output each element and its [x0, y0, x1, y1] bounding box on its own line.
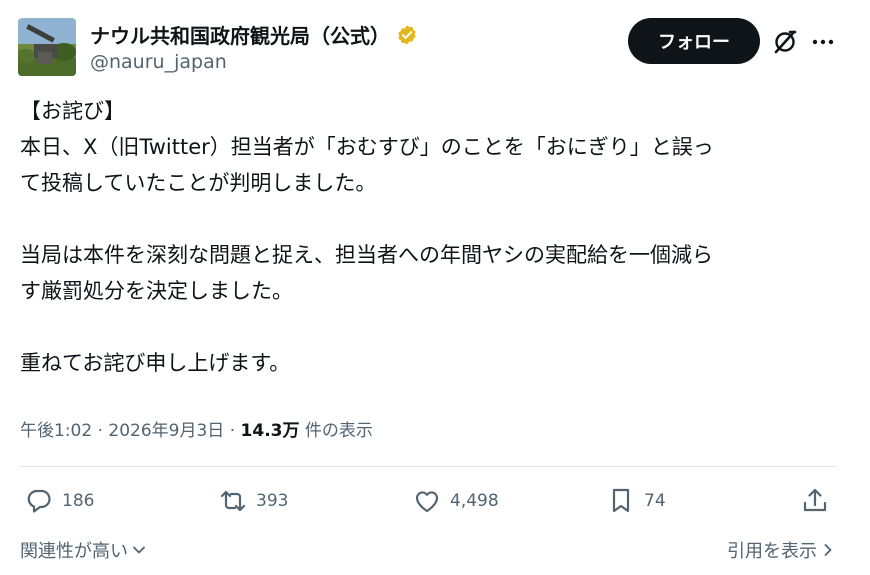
repost-count: 393 [256, 491, 289, 511]
meta-separator: · [229, 421, 241, 441]
sort-replies-dropdown[interactable]: 関連性が高い [20, 537, 147, 563]
heart-icon [415, 491, 439, 513]
like-button[interactable]: 4,498 [412, 486, 499, 516]
tweet-line-blank [20, 201, 840, 237]
repost-button[interactable]: 393 [218, 486, 288, 516]
meta-separator: · [97, 421, 109, 441]
display-name[interactable]: ナウル共和国政府観光局（公式） [90, 20, 418, 49]
avatar-image [18, 18, 76, 76]
tweet-line: 【お詫び】 [20, 99, 125, 123]
more-options-icon[interactable] [808, 27, 838, 57]
tweet-line: て投稿していたことが判明しました。 [20, 171, 377, 195]
divider [20, 466, 836, 467]
repost-icon [220, 490, 246, 512]
tweet-line: 本日、X（旧Twitter）担当者が「おむすび」のことを「おにぎり」と誤っ [20, 135, 714, 159]
share-button[interactable] [800, 486, 830, 516]
user-handle[interactable]: @nauru_japan [90, 51, 227, 73]
quotes-label: 引用を表示 [727, 541, 817, 562]
chevron-down-icon [133, 546, 145, 554]
tweet-card: ナウル共和国政府観光局（公式） @nauru_japan フォロー 【お詫び】 … [0, 0, 870, 575]
like-count: 4,498 [450, 491, 499, 511]
grok-icon[interactable] [770, 27, 800, 57]
views-label: 件の表示 [304, 421, 373, 441]
tweet-line-blank [20, 309, 840, 345]
tweet-line: す厳罰処分を決定しました。 [20, 279, 293, 303]
display-name-text[interactable]: ナウル共和国政府観光局（公式） [90, 20, 390, 49]
tweet-line: 重ねてお詫び申し上げます。 [20, 351, 291, 375]
reply-button[interactable]: 186 [24, 486, 94, 516]
follow-button[interactable]: フォロー [628, 18, 760, 64]
tweet-meta: 午後1:02 · 2026年9月3日 · 14.3万 件の表示 [20, 416, 373, 441]
share-icon [803, 488, 827, 512]
bookmark-count: 74 [644, 491, 666, 511]
view-quotes-link[interactable]: 引用を表示 [727, 537, 836, 563]
reply-count: 186 [62, 491, 95, 511]
tweet-text: 【お詫び】 本日、X（旧Twitter）担当者が「おむすび」のことを「おにぎり」… [20, 93, 840, 381]
chevron-right-icon [824, 544, 832, 556]
bookmark-button[interactable]: 74 [606, 486, 666, 516]
post-time[interactable]: 午後1:02 [20, 421, 92, 441]
post-date[interactable]: 2026年9月3日 [108, 421, 224, 441]
avatar[interactable] [18, 18, 76, 76]
gold-verified-badge-icon[interactable] [396, 24, 418, 46]
bookmark-icon [612, 488, 630, 513]
reply-icon [27, 489, 51, 513]
views-count: 14.3万 [240, 421, 300, 441]
tweet-line: 当局は本件を深刻な問題と捉え、担当者への年間ヤシの実配給を一個減ら [20, 243, 713, 267]
sort-label: 関連性が高い [20, 541, 128, 562]
